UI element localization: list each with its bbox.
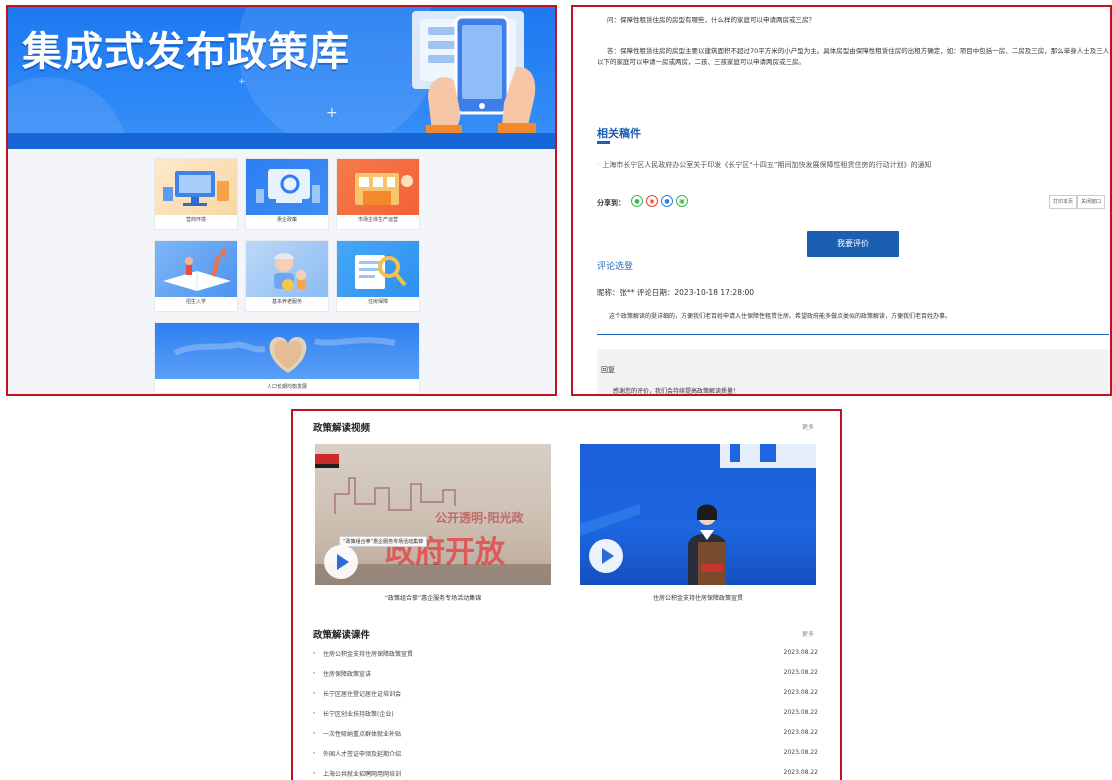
related-article-title: 上海市长宁区人民政府办公室关于印发《长宁区“十四五”期间加快发展保障性租赁住房的… — [602, 161, 932, 169]
course-date: 2023.08.22 — [783, 769, 818, 776]
reply-text: 感谢您的评价，我们会持续提高政策解读质量！ — [613, 388, 740, 395]
qq-icon[interactable]: ● — [661, 195, 673, 207]
bullet-icon — [313, 732, 315, 734]
comment-meta: 昵称：张** 评论日期：2023-10-18 17:28:00 — [597, 288, 755, 297]
wechat-icon[interactable]: ● — [631, 195, 643, 207]
course-section-title: 政策解读课件 — [313, 630, 371, 641]
bullet-icon: · — [597, 161, 600, 169]
video-overlay-text: “政策组合拳”惠企服务专场活动集锦 — [339, 536, 428, 547]
course-title: 长宁区创业扶持政策(企业) — [323, 711, 394, 718]
play-icon[interactable] — [589, 539, 623, 573]
course-item[interactable]: 住房保障政策宣讲 2023.08.22 — [313, 668, 818, 680]
close-window-button[interactable]: 关闭窗口 — [1077, 195, 1106, 209]
course-title: 住房保障政策宣讲 — [323, 671, 372, 678]
course-date: 2023.08.22 — [783, 729, 818, 736]
housing-illustration — [355, 255, 407, 289]
reply-box: 回复 感谢您的评价，我们会持续提高政策解读质量！ — [597, 349, 1109, 395]
course-title: 住房公积金支持住房保障政策宣贯 — [323, 651, 414, 658]
enterprise-illustration — [256, 169, 320, 203]
course-more-link[interactable]: 更多 — [802, 629, 814, 638]
weibo-icon[interactable]: ◉ — [646, 195, 658, 207]
reply-title: 回复 — [601, 366, 615, 374]
policy-qa-detail-panel: 问：保障性租赁住房的房型有哪些，什么样的家庭可以申请两房或三房？ 答：保障性租赁… — [571, 5, 1112, 396]
course-item[interactable]: 长宁区创业扶持政策(企业) 2023.08.22 — [313, 708, 818, 720]
video-thumbnail-2[interactable] — [580, 444, 816, 585]
course-date: 2023.08.22 — [783, 689, 818, 696]
course-date: 2023.08.22 — [783, 669, 818, 676]
related-articles-title: 相关稿件 — [597, 127, 641, 140]
rate-button[interactable]: 我要评价 — [807, 231, 899, 257]
hero-banner: 集成式发布政策库 + + — [8, 7, 555, 149]
comments-title: 评论选登 — [597, 262, 634, 272]
video-section-title: 政策解读视频 — [313, 423, 371, 434]
copy-link-icon[interactable]: ▣ — [676, 195, 688, 207]
course-title: 外国人才签证申领及延期介绍 — [323, 751, 402, 758]
tile-label: 营商环境 — [185, 217, 206, 223]
qa-answer-line-2: 以下的家庭可以申请一房或两房，二孩、三孩家庭可以申请两房或三房。 — [597, 58, 805, 66]
share-icons: ● ◉ ● ▣ — [631, 195, 688, 207]
crowd-heart-illustration — [173, 337, 396, 373]
share-label: 分享到： — [597, 199, 625, 207]
course-item[interactable]: 上海公共就业招聘网用网培训 2023.08.22 — [313, 768, 818, 780]
course-title: 上海公共就业招聘网用网培训 — [323, 771, 402, 778]
business-illustration — [163, 171, 229, 206]
tile-population-development[interactable]: 人口长期均衡发展 — [154, 322, 420, 394]
bullet-icon — [313, 712, 315, 714]
course-item[interactable]: 外国人才签证申领及延期介绍 2023.08.22 — [313, 748, 818, 760]
tile-label: 人口长期均衡发展 — [266, 384, 307, 390]
course-date: 2023.08.22 — [783, 709, 818, 716]
course-date: 2023.08.22 — [783, 649, 818, 656]
divider — [597, 334, 1109, 335]
play-icon[interactable] — [324, 545, 358, 579]
policy-library-panel: 集成式发布政策库 + + 营商环境 惠企政策 市场主体生产运营 招生入学 基本养… — [6, 5, 557, 396]
hero-title: 集成式发布政策库 — [22, 29, 350, 75]
bullet-icon — [313, 652, 315, 654]
sparkle-icon: + — [326, 105, 338, 121]
tile-label: 市场主体生产运营 — [357, 217, 398, 223]
print-page-button[interactable]: 打印本页 — [1049, 195, 1078, 209]
course-title: 长宁区居住登记居住证培训会 — [323, 691, 402, 698]
tile-market-operation[interactable]: 市场主体生产运营 — [336, 158, 420, 230]
bullet-icon — [313, 772, 315, 774]
tile-label: 基本养老服务 — [271, 299, 302, 305]
svg-text:公开透明·阳光政: 公开透明·阳光政 — [435, 510, 525, 525]
tile-elderly-care[interactable]: 基本养老服务 — [245, 240, 329, 312]
sparkle-icon: + — [238, 77, 246, 87]
tile-business-environment[interactable]: 营商环境 — [154, 158, 238, 230]
course-item[interactable]: 长宁区居住登记居住证培训会 2023.08.22 — [313, 688, 818, 700]
course-item[interactable]: 一次性吸纳重点群体就业补贴 2023.08.22 — [313, 728, 818, 740]
section-underline — [597, 141, 610, 144]
qa-question: 问：保障性租赁住房的房型有哪些，什么样的家庭可以申请两房或三房？ — [607, 16, 815, 24]
related-article-link[interactable]: · 上海市长宁区人民政府办公室关于印发《长宁区“十四五”期间加快发展保障性租赁住房… — [597, 160, 932, 170]
tile-enterprise-policy[interactable]: 惠企政策 — [245, 158, 329, 230]
bullet-icon — [313, 752, 315, 754]
comment-body: 这个政策解读的挺详细的，方便我们老百姓申请入住保障性租赁住房。希望政府能多做点类… — [609, 313, 952, 320]
tile-school-enrollment[interactable]: 招生入学 — [154, 240, 238, 312]
bullet-icon — [313, 672, 315, 674]
qa-answer-line-1: 答：保障性租赁住房的房型主要以建筑面积不超过70平方米的小户型为主。具体房型由保… — [607, 47, 1110, 55]
elderly-illustration — [274, 253, 306, 291]
phone-hand-illustration — [412, 11, 536, 149]
market-illustration — [355, 173, 413, 205]
tile-label: 惠企政策 — [276, 217, 297, 223]
tile-housing-security[interactable]: 住房保障 — [336, 240, 420, 312]
video-thumbnail-1[interactable]: 公开透明·阳光政 政府开放 “政策组合拳”惠企服务专场活动集锦 — [315, 444, 551, 585]
tile-label: 住房保障 — [367, 299, 388, 305]
education-illustration — [163, 247, 231, 291]
bullet-icon — [313, 692, 315, 694]
tile-label: 招生入学 — [185, 299, 206, 305]
policy-media-panel: 政策解读视频 更多 公开透明·阳光政 政府开放 “政策组合拳”惠企服务专场活动集… — [291, 409, 842, 780]
course-date: 2023.08.22 — [783, 749, 818, 756]
video-more-link[interactable]: 更多 — [802, 422, 814, 431]
video-caption-1[interactable]: “政策组合拳”惠企服务专场活动集锦 — [315, 593, 551, 602]
course-title: 一次性吸纳重点群体就业补贴 — [323, 731, 402, 738]
video-caption-2[interactable]: 住房公积金支持住房保障政策宣贯 — [580, 593, 816, 602]
course-item[interactable]: 住房公积金支持住房保障政策宣贯 2023.08.22 — [313, 648, 818, 660]
